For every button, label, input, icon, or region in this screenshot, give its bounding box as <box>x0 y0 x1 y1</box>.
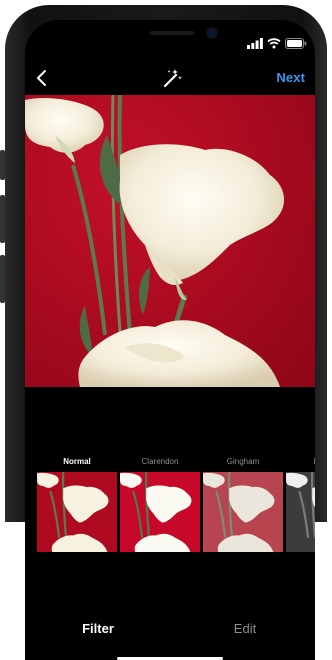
battery-icon <box>285 37 307 49</box>
notch <box>92 20 250 52</box>
page-background <box>0 522 25 660</box>
magic-wand-icon[interactable] <box>161 65 183 91</box>
top-bar: Next <box>25 60 315 96</box>
phone-side-button <box>0 255 5 303</box>
speaker-grille <box>150 31 194 35</box>
status-bar <box>247 37 307 49</box>
phone-screen: Next Normal Clarendon Gingham Filter Edi… <box>25 20 315 660</box>
filter-thumbnail-normal[interactable] <box>37 472 117 552</box>
next-button[interactable]: Next <box>276 70 305 85</box>
filter-thumbnail-clarendon[interactable] <box>120 472 200 552</box>
tab-filter[interactable]: Filter <box>48 621 148 636</box>
signal-icon <box>247 38 263 49</box>
flower-photo <box>25 95 285 387</box>
tab-edit[interactable]: Edit <box>195 621 295 636</box>
photo-preview <box>25 95 315 387</box>
filter-label[interactable]: Normal <box>37 457 117 466</box>
filter-thumbnail-gingham[interactable] <box>203 472 283 552</box>
phone-side-button <box>0 195 5 243</box>
bottom-tab-bar: Filter Edit <box>25 595 315 660</box>
phone-side-button <box>0 150 5 180</box>
filter-thumbnail-moon[interactable] <box>286 472 315 552</box>
filter-label[interactable]: Clarendon <box>120 457 200 466</box>
wifi-icon <box>267 38 281 49</box>
filter-label[interactable]: M <box>277 457 315 466</box>
page-background <box>315 522 332 660</box>
front-camera <box>208 29 216 37</box>
chevron-left-icon[interactable] <box>33 66 51 90</box>
filter-label[interactable]: Gingham <box>203 457 283 466</box>
filter-strip: Normal Clarendon Gingham M <box>25 455 315 555</box>
